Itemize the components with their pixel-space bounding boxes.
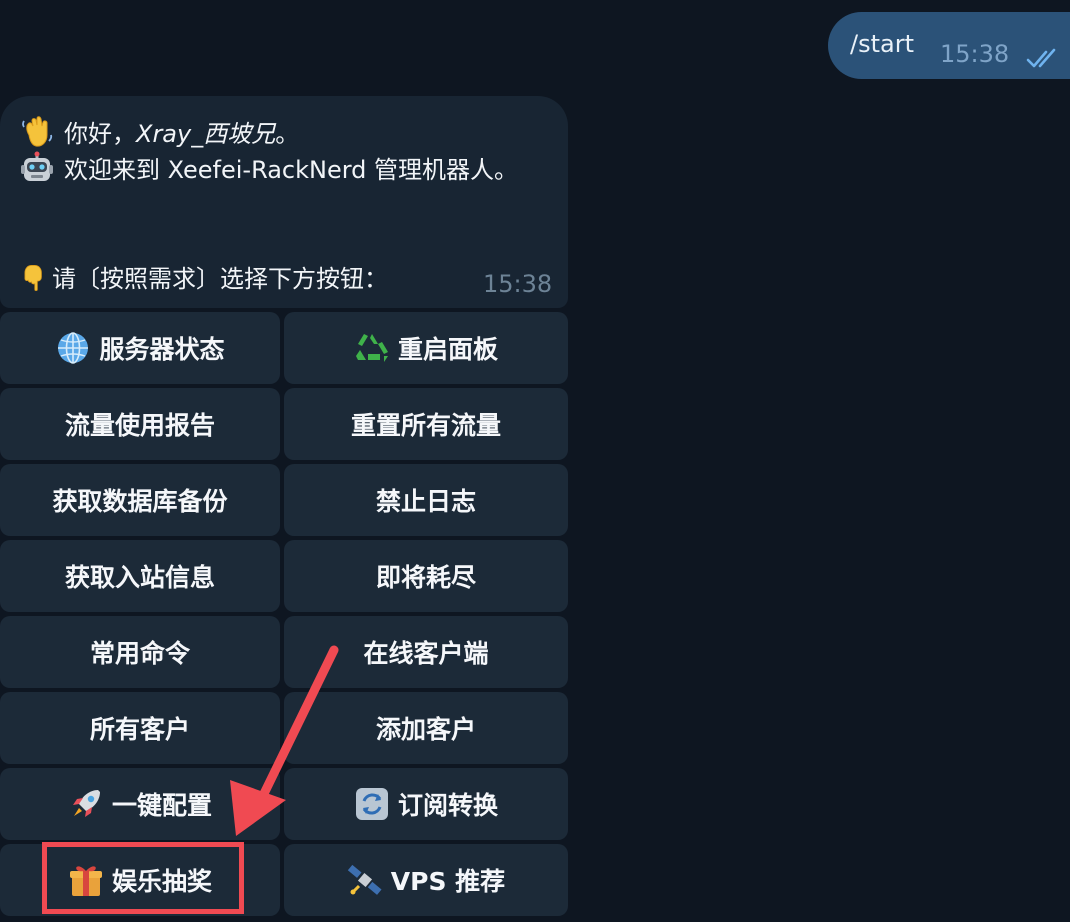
outgoing-message-text: /start bbox=[850, 30, 914, 58]
button-label: 流量使用报告 bbox=[64, 411, 215, 440]
prompt-line: 请〔按照需求〕选择下方按钮： bbox=[20, 259, 388, 294]
traffic-report-button[interactable]: 流量使用报告 bbox=[0, 388, 280, 460]
subscription-convert-button[interactable]: 订阅转换 bbox=[284, 768, 568, 840]
depleting-soon-button[interactable]: 即将耗尽 bbox=[284, 540, 568, 612]
gift-icon bbox=[69, 866, 102, 896]
welcome-text: 欢迎来到 Xeefei-RackNerd 管理机器人。 bbox=[64, 156, 519, 184]
prompt-text: 请〔按照需求〕选择下方按钮： bbox=[52, 265, 388, 293]
pointing-down-icon bbox=[24, 264, 42, 291]
waving-hand-icon bbox=[22, 115, 53, 147]
button-label: VPS 推荐 bbox=[390, 867, 506, 896]
button-label: 获取入站信息 bbox=[64, 563, 215, 592]
outgoing-message-time: 15:38 bbox=[940, 40, 1010, 68]
incoming-message-time: 15:38 bbox=[483, 270, 553, 298]
recycle-icon bbox=[355, 334, 388, 362]
globe-icon bbox=[58, 332, 89, 364]
chat-view: /start 15:38 你好， Xray_西坡兄。 欢迎来到 Xeefei-R… bbox=[0, 0, 1070, 922]
greeting-line: 你好， Xray_西坡兄。 bbox=[20, 114, 299, 149]
reset-all-traffic-button[interactable]: 重置所有流量 bbox=[284, 388, 568, 460]
outgoing-message[interactable]: /start 15:38 bbox=[828, 12, 1070, 79]
lottery-button[interactable]: 娱乐抽奖 bbox=[0, 844, 280, 916]
button-label: 获取数据库备份 bbox=[52, 487, 228, 516]
one-click-config-button[interactable]: 一键配置 bbox=[0, 768, 280, 840]
robot-icon bbox=[21, 151, 53, 181]
button-label: 添加客户 bbox=[375, 715, 476, 744]
button-label: 在线客户端 bbox=[363, 639, 489, 668]
welcome-line: 欢迎来到 Xeefei-RackNerd 管理机器人。 bbox=[20, 150, 518, 185]
button-label: 所有客户 bbox=[89, 715, 190, 744]
greeting-username: Xray_西坡兄 bbox=[136, 120, 276, 148]
vps-recommend-button[interactable]: VPS 推荐 bbox=[284, 844, 568, 916]
button-label: 禁止日志 bbox=[375, 487, 476, 516]
button-label: 订阅转换 bbox=[397, 791, 498, 820]
button-label: 一键配置 bbox=[111, 791, 212, 820]
greeting-prefix: 你好， bbox=[64, 120, 136, 148]
refresh-icon bbox=[355, 788, 388, 820]
restart-panel-button[interactable]: 重启面板 bbox=[284, 312, 568, 384]
all-clients-button[interactable]: 所有客户 bbox=[0, 692, 280, 764]
common-commands-button[interactable]: 常用命令 bbox=[0, 616, 280, 688]
online-clients-button[interactable]: 在线客户端 bbox=[284, 616, 568, 688]
button-label: 重置所有流量 bbox=[350, 411, 501, 440]
incoming-message[interactable]: 你好， Xray_西坡兄。 欢迎来到 Xeefei-RackNerd 管理机器人。… bbox=[0, 96, 568, 308]
button-label: 重启面板 bbox=[397, 335, 498, 364]
rocket-icon bbox=[72, 790, 100, 817]
ban-logs-button[interactable]: 禁止日志 bbox=[284, 464, 568, 536]
button-label: 娱乐抽奖 bbox=[111, 867, 212, 896]
double-check-icon bbox=[1026, 48, 1056, 68]
button-label: 服务器状态 bbox=[99, 335, 225, 364]
inbound-info-button[interactable]: 获取入站信息 bbox=[0, 540, 280, 612]
satellite-icon bbox=[347, 864, 382, 895]
greeting-suffix: 。 bbox=[275, 120, 300, 148]
add-client-button[interactable]: 添加客户 bbox=[284, 692, 568, 764]
database-backup-button[interactable]: 获取数据库备份 bbox=[0, 464, 280, 536]
button-label: 常用命令 bbox=[89, 639, 190, 668]
button-label: 即将耗尽 bbox=[375, 563, 476, 592]
server-status-button[interactable]: 服务器状态 bbox=[0, 312, 280, 384]
